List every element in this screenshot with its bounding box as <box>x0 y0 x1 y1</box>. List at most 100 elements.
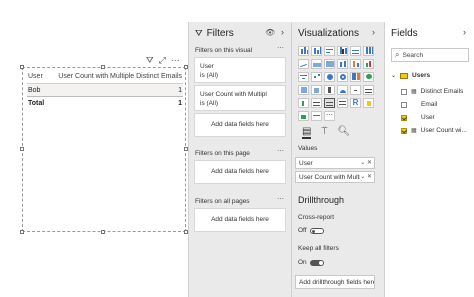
field-checkbox[interactable] <box>401 114 407 121</box>
search-icon: ⌕ <box>395 50 400 59</box>
matrix-icon[interactable] <box>337 98 348 108</box>
table-icon[interactable] <box>324 98 335 108</box>
cross-report-toggle[interactable]: Off <box>298 227 324 234</box>
toggle-switch[interactable] <box>309 227 324 234</box>
filter-card-field: User <box>200 63 214 70</box>
visualizations-pane: Visualizations › R ⋯ ▤ ⍡ 🔍︎ Values User … <box>292 22 384 297</box>
values-well-item-user-count[interactable]: User Count with Multipl ⌄ ✕ <box>295 171 375 183</box>
table-node-users[interactable]: ⌄ Users <box>391 72 430 79</box>
field-item[interactable]: Email <box>401 101 437 108</box>
clustered-column-chart-icon[interactable] <box>337 46 348 56</box>
filter-funnel-icon: ⛛ <box>195 28 203 38</box>
slicer-icon[interactable] <box>311 98 322 108</box>
fields-tab-icon[interactable]: ▤ <box>302 126 312 139</box>
analytics-magnifier-icon[interactable]: 🔍︎ <box>337 126 350 139</box>
add-visual-filter-drop-zone[interactable]: Add data fields here <box>194 113 286 137</box>
collapse-chevron-icon[interactable]: › <box>463 27 466 37</box>
well-item-label: User Count with Multipl <box>299 174 366 181</box>
keep-all-filters-toggle[interactable]: On <box>298 259 324 266</box>
stacked-column-chart-icon[interactable] <box>311 46 322 56</box>
scatter-chart-icon[interactable] <box>311 72 322 82</box>
table-row[interactable]: Bob 1 <box>27 84 183 96</box>
more-visuals-icon[interactable]: ⋯ <box>324 111 335 121</box>
column-header-user[interactable]: User <box>28 73 43 80</box>
100-stacked-bar-chart-icon[interactable] <box>350 46 361 56</box>
stacked-bar-chart-icon[interactable] <box>298 46 309 56</box>
data-table: User User Count with Multiple Distinct E… <box>27 72 183 110</box>
visualizations-title: Visualizations <box>298 28 359 39</box>
add-page-filter-drop-zone[interactable]: Add data fields here <box>194 160 286 184</box>
key-influencers-icon[interactable] <box>298 111 309 121</box>
funnel-chart-icon[interactable] <box>298 72 309 82</box>
drillthrough-title: Drillthrough <box>298 195 345 205</box>
ribbon-chart-icon[interactable] <box>350 59 361 69</box>
waterfall-chart-icon[interactable] <box>363 59 374 69</box>
field-label: Email <box>421 101 438 108</box>
filters-header: ⛛ Filters <box>195 28 234 39</box>
eye-icon[interactable]: 👁 <box>265 28 275 37</box>
add-report-filter-drop-zone[interactable]: Add data fields here <box>194 208 286 232</box>
map-icon[interactable] <box>363 72 374 82</box>
clustered-bar-chart-icon[interactable] <box>324 46 335 56</box>
toggle-switch[interactable] <box>309 259 324 266</box>
toggle-state-label: Off <box>298 227 307 234</box>
treemap-icon[interactable] <box>350 72 361 82</box>
100-stacked-column-chart-icon[interactable] <box>363 46 374 56</box>
stacked-area-chart-icon[interactable] <box>324 59 335 69</box>
field-checkbox[interactable] <box>401 88 407 95</box>
field-checkbox[interactable] <box>401 101 407 108</box>
field-item[interactable]: ▦ Distinct Emails <box>401 88 463 95</box>
table-visual[interactable]: User User Count with Multiple Distinct E… <box>20 65 188 234</box>
decomposition-tree-icon[interactable] <box>311 111 322 121</box>
gauge-icon[interactable] <box>337 85 348 95</box>
focus-mode-icon[interactable]: ⤢ <box>159 55 166 65</box>
values-label: Values <box>298 145 318 152</box>
filter-card-user-count[interactable]: User Count with Multipl is (All) <box>194 85 286 111</box>
pie-chart-icon[interactable] <box>324 72 335 82</box>
collapse-chevron-icon[interactable]: › <box>372 27 375 37</box>
fields-title: Fields <box>391 28 418 39</box>
filter-icon[interactable]: ⛛ <box>146 55 154 65</box>
collapse-chevron-icon[interactable]: › <box>281 27 284 37</box>
format-paint-roller-icon[interactable]: ⍡ <box>321 126 327 139</box>
report-canvas[interactable]: ⛛ ⤢ ⋯ User User Count with Multiple Dist… <box>0 0 188 297</box>
values-well-item-user[interactable]: User ⌄ ✕ <box>295 157 375 169</box>
more-options-icon[interactable]: ⋯ <box>277 195 285 203</box>
calculator-icon: ▦ <box>411 89 417 95</box>
filter-card-value: is (All) <box>200 72 219 79</box>
field-checkbox[interactable] <box>401 127 407 134</box>
search-input[interactable]: Search <box>402 52 423 59</box>
area-chart-icon[interactable] <box>311 59 322 69</box>
line-chart-icon[interactable] <box>298 59 309 69</box>
python-visual-icon[interactable] <box>363 98 374 108</box>
fields-search-box[interactable]: ⌕ Search <box>391 48 469 62</box>
more-options-icon[interactable]: ⋯ <box>171 55 180 65</box>
field-label: User <box>421 114 435 121</box>
well-item-actions-icon[interactable]: ⌄ ✕ <box>360 173 372 180</box>
shape-map-icon[interactable] <box>311 85 322 95</box>
column-header-user-count[interactable]: User Count with Multiple Distinct Emails <box>58 73 182 80</box>
expand-chevron-icon[interactable]: ⌄ <box>391 72 396 79</box>
cross-report-label: Cross-report <box>298 214 335 221</box>
total-label: Total <box>28 100 45 107</box>
field-item[interactable]: ▦ User Count wi... <box>401 127 467 134</box>
filled-map-icon[interactable] <box>298 85 309 95</box>
more-options-icon[interactable]: ⋯ <box>277 147 285 155</box>
drillthrough-drop-zone[interactable]: Add drillthrough fields here <box>295 275 375 289</box>
azure-map-icon[interactable] <box>324 85 335 95</box>
well-item-actions-icon[interactable]: ⌄ ✕ <box>360 159 372 166</box>
table-total-row: Total 1 <box>27 96 183 110</box>
kpi-icon[interactable] <box>298 98 309 108</box>
donut-chart-icon[interactable] <box>337 72 348 82</box>
table-header-row: User User Count with Multiple Distinct E… <box>27 72 183 84</box>
filter-card-user[interactable]: User is (All) <box>194 57 286 83</box>
card-icon[interactable] <box>350 85 361 95</box>
r-visual-icon[interactable]: R <box>350 98 361 108</box>
field-item[interactable]: User <box>401 114 435 121</box>
more-options-icon[interactable]: ⋯ <box>277 44 285 52</box>
filters-on-page-label: Filters on this page <box>195 150 250 157</box>
well-item-label: User <box>299 160 313 167</box>
cell-count: 1 <box>178 87 182 94</box>
line-and-column-chart-icon[interactable] <box>337 59 348 69</box>
multi-row-card-icon[interactable] <box>363 85 374 95</box>
